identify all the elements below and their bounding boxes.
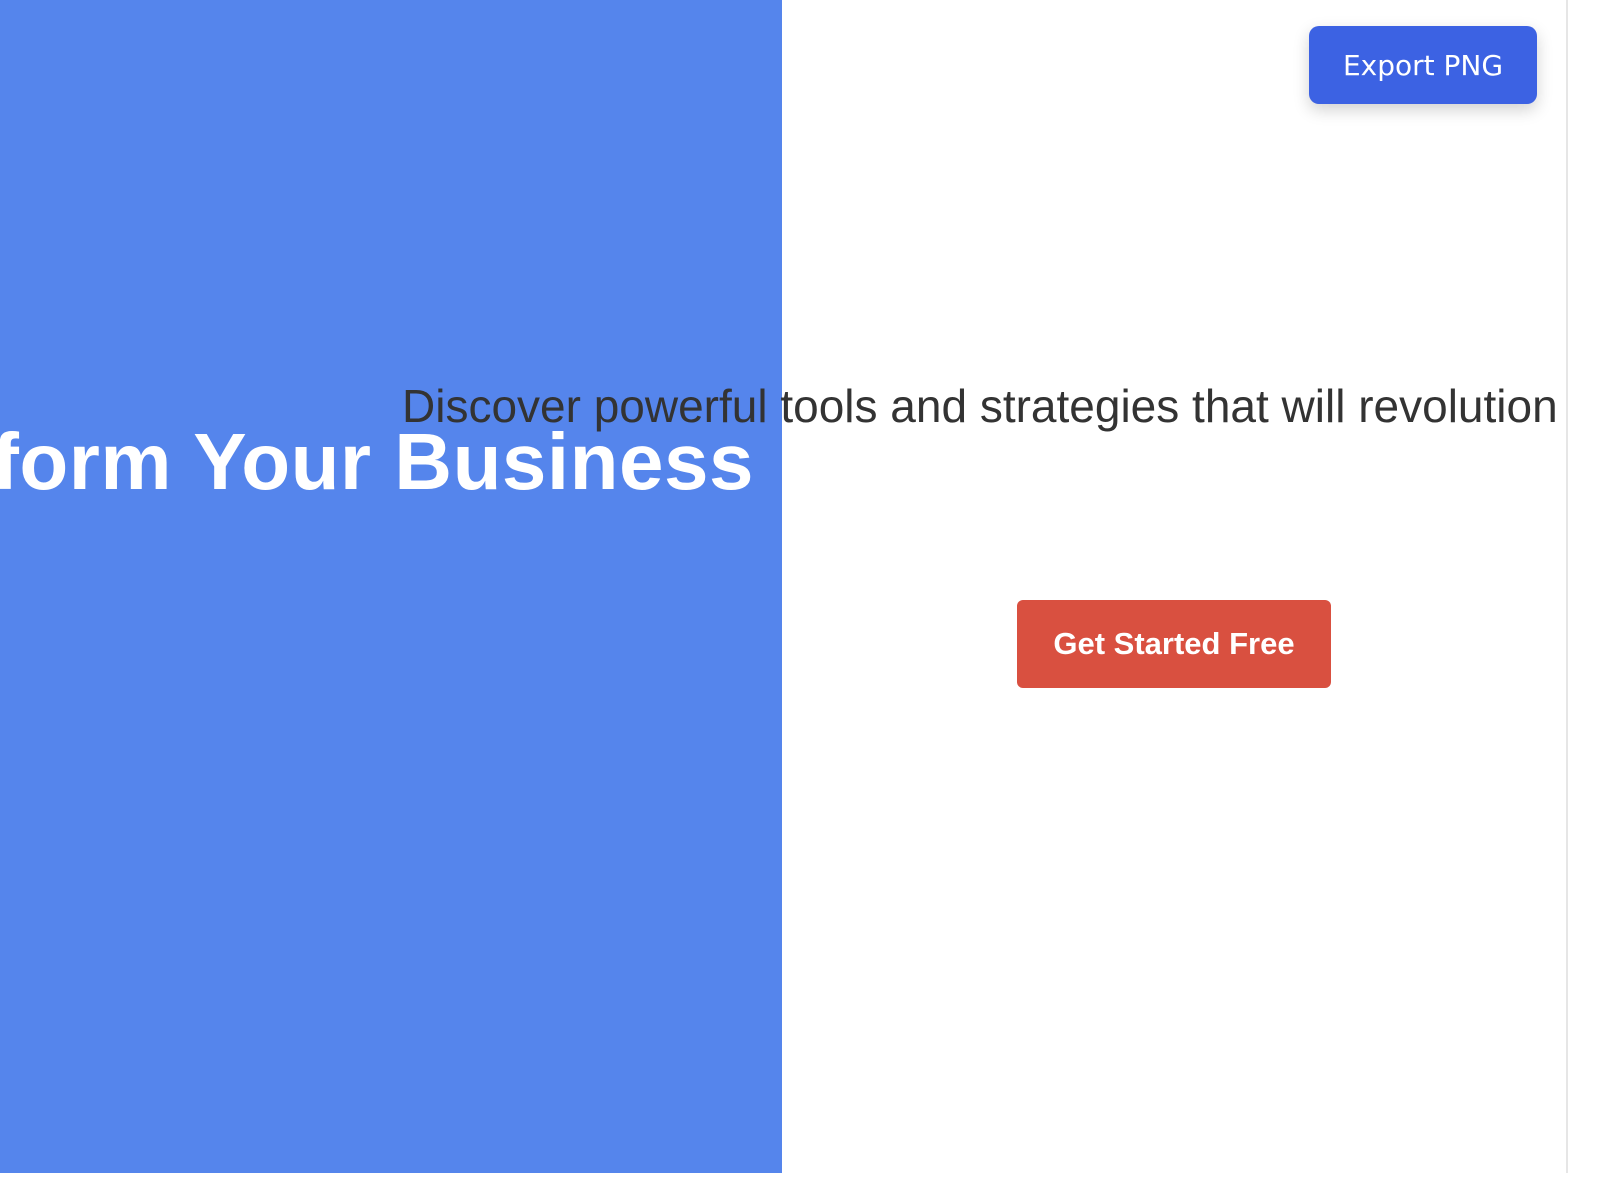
page-edge-divider — [1566, 0, 1568, 1173]
get-started-button[interactable]: Get Started Free — [1017, 600, 1331, 688]
hero-blue-panel — [0, 0, 782, 1173]
hero-subtitle: Discover powerful tools and strategies t… — [402, 380, 1558, 432]
export-png-button[interactable]: Export PNG — [1309, 26, 1537, 104]
hero-section: form Your Business Discover powerful too… — [0, 0, 1598, 1204]
